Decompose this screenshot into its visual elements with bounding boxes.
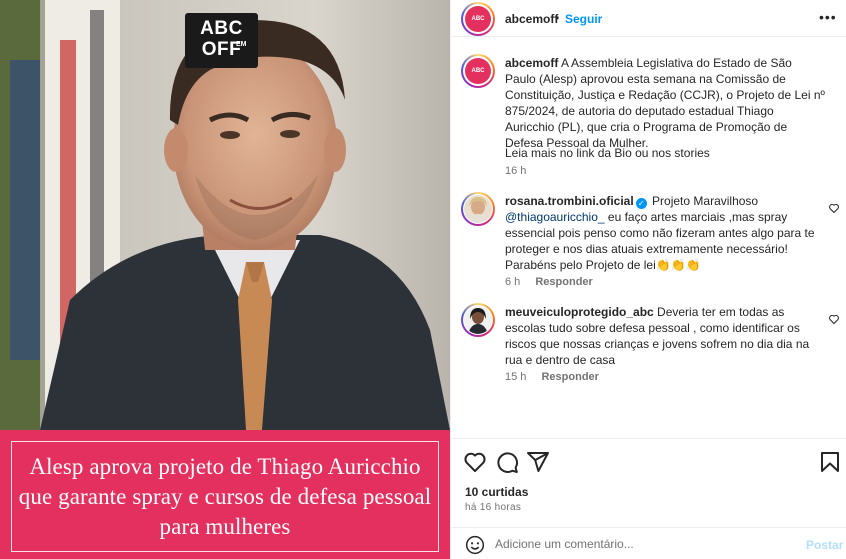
- post-media[interactable]: ABC OFF EM Alesp aprova projeto de Thiag…: [0, 0, 450, 559]
- comment-avatar[interactable]: [461, 192, 495, 226]
- comment-icon[interactable]: [495, 450, 519, 474]
- comment-username[interactable]: meuveiculoprotegido_abc: [505, 305, 654, 319]
- emoji-icon[interactable]: [465, 535, 485, 555]
- caption-username[interactable]: abcemoff: [505, 56, 558, 70]
- comment-lead: Projeto Maravilhoso: [652, 194, 759, 208]
- comment-username[interactable]: rosana.trombini.oficial: [505, 194, 634, 208]
- post-comment-button[interactable]: Postar: [806, 538, 843, 552]
- separator-dot: •: [555, 11, 560, 25]
- comment-input[interactable]: [495, 534, 795, 554]
- caption-meta: 16 h: [505, 165, 538, 177]
- more-horizontal-icon[interactable]: •••: [819, 9, 837, 25]
- comment-meta: 6 h Responder: [505, 276, 605, 288]
- comment-text-block: rosana.trombini.oficial ✓ Projeto Maravil…: [505, 193, 825, 273]
- caption-avatar[interactable]: ABC: [461, 54, 495, 88]
- likes-count[interactable]: 10 curtidas: [465, 485, 528, 499]
- reply-button[interactable]: Responder: [535, 276, 592, 288]
- abcemoff-logo: ABC OFF EM: [185, 13, 258, 68]
- post-time[interactable]: há 16 horas: [465, 502, 521, 513]
- comment-time[interactable]: 6 h: [505, 276, 520, 288]
- caption-time[interactable]: 16 h: [505, 165, 526, 177]
- caption-more: Leia mais no link da Bio ou nos stories: [505, 146, 710, 160]
- caption-body: A Assembleia Legislativa do Estado de Sã…: [505, 56, 825, 150]
- like-comment-heart-icon[interactable]: [828, 202, 840, 214]
- media-caption-text: Alesp aprova projeto de Thiago Auricchio…: [18, 454, 432, 539]
- reply-button[interactable]: Responder: [541, 371, 598, 383]
- comment-time[interactable]: 15 h: [505, 371, 526, 383]
- comment-avatar-photo: [464, 306, 492, 334]
- comment-text-block: meuveiculoprotegido_abc Deveria ter em t…: [505, 304, 825, 368]
- caption-text-block: abcemoff A Assembleia Legislativa do Est…: [505, 55, 825, 151]
- comments-list[interactable]: ABC abcemoff A Assembleia Legislativa do…: [451, 38, 846, 438]
- post-actions: 10 curtidas há 16 horas Postar: [451, 438, 846, 559]
- logo-line-1: ABC: [200, 18, 243, 39]
- bookmark-icon[interactable]: [818, 450, 842, 474]
- comment-avatar-photo: [464, 195, 492, 223]
- logo-line-2: OFF: [201, 39, 242, 60]
- post-side-panel: ABC abcemoff • Seguir ••• ABC abcemoff A…: [450, 0, 846, 559]
- like-comment-heart-icon[interactable]: [828, 313, 840, 325]
- post-header: ABC abcemoff • Seguir •••: [451, 0, 846, 37]
- comment-meta: 15 h Responder: [505, 371, 611, 383]
- follow-button[interactable]: Seguir: [565, 12, 602, 26]
- verified-badge-icon: ✓: [635, 198, 647, 209]
- comment-mention[interactable]: @thiagoauricchio_: [505, 210, 605, 224]
- author-avatar[interactable]: ABC: [461, 2, 495, 36]
- comment-bar: Postar: [451, 527, 846, 559]
- comment-avatar[interactable]: [461, 303, 495, 337]
- share-icon[interactable]: [526, 450, 550, 474]
- logo-small: EM: [236, 41, 247, 48]
- author-username[interactable]: abcemoff: [505, 12, 558, 26]
- heart-icon[interactable]: [463, 450, 487, 474]
